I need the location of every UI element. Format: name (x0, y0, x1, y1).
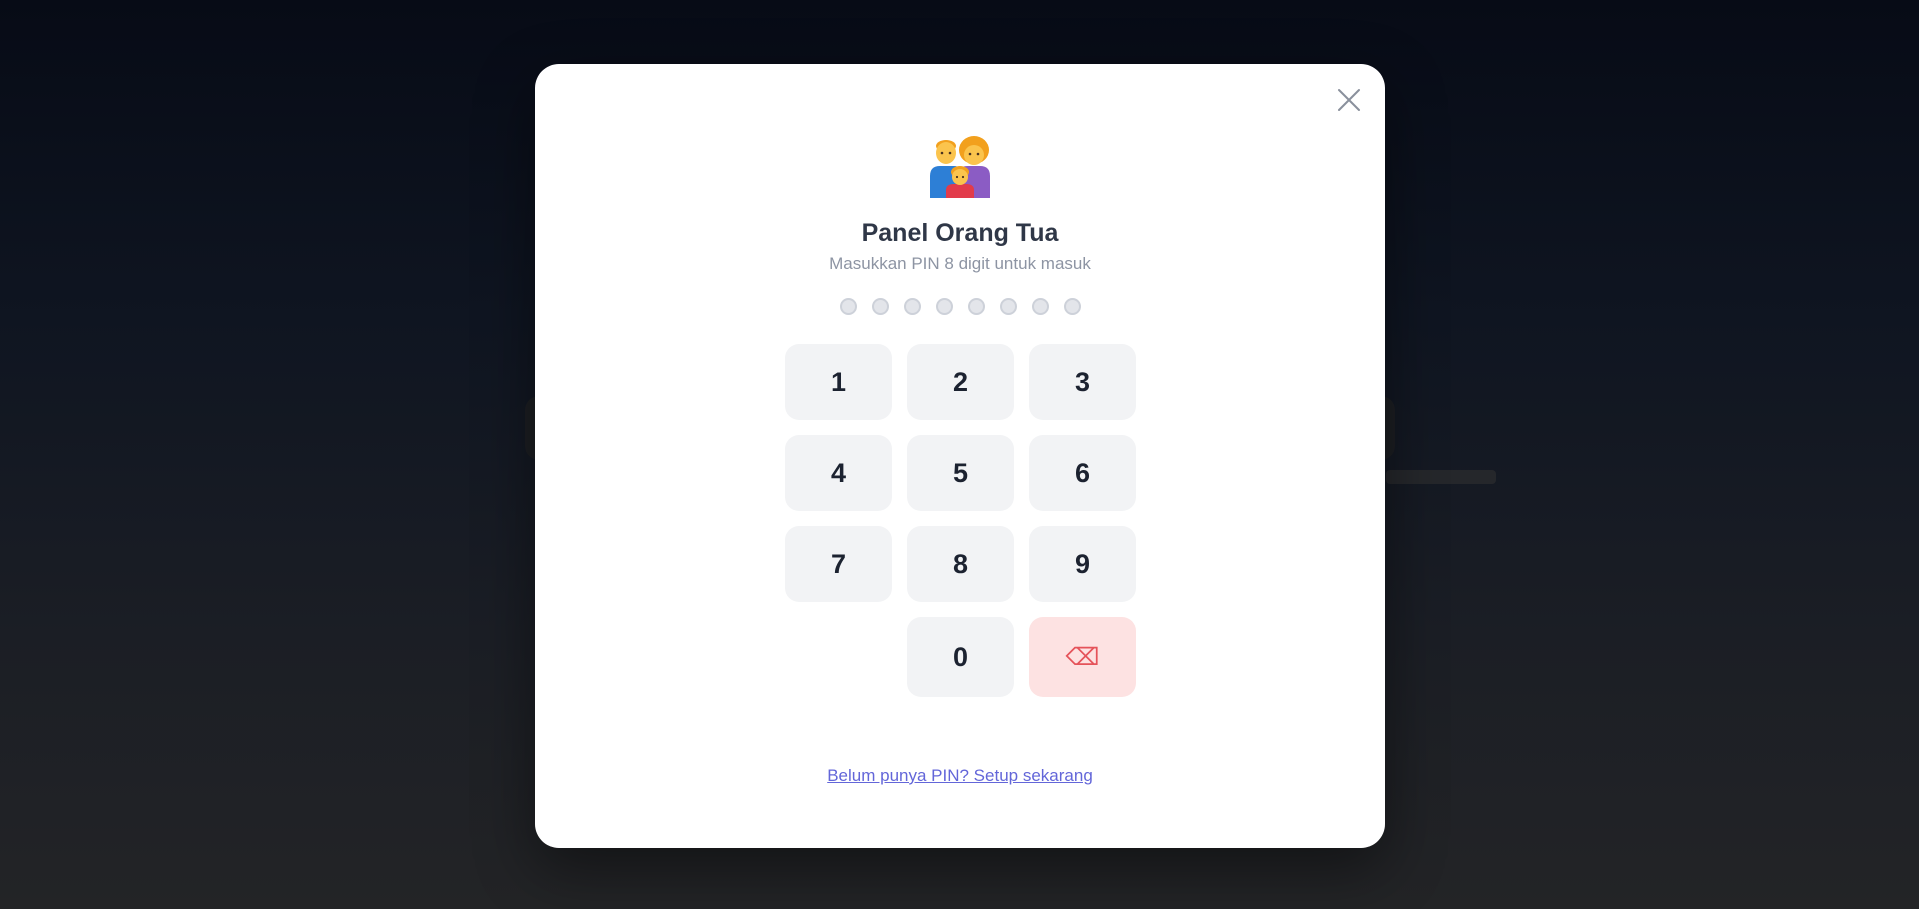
pin-dot (839, 298, 857, 315)
key-7[interactable]: 7 (785, 526, 892, 602)
pin-dot (999, 298, 1017, 315)
pin-dot (871, 298, 889, 315)
backspace-button[interactable]: ⌫ (1029, 617, 1136, 697)
key-6[interactable]: 6 (1029, 435, 1136, 511)
setup-pin-link[interactable]: Belum punya PIN? Setup sekarang (535, 766, 1385, 786)
close-button[interactable] (1329, 80, 1369, 120)
key-8[interactable]: 8 (907, 526, 1014, 602)
key-3[interactable]: 3 (1029, 344, 1136, 420)
key-1[interactable]: 1 (785, 344, 892, 420)
key-2[interactable]: 2 (907, 344, 1014, 420)
family-icon (535, 136, 1385, 204)
close-icon (1338, 89, 1360, 111)
pin-indicator (535, 298, 1385, 315)
background-hint (1386, 470, 1496, 484)
pin-dot (935, 298, 953, 315)
modal-title: Panel Orang Tua (861, 219, 1059, 247)
pin-dot (903, 298, 921, 315)
key-0[interactable]: 0 (907, 617, 1014, 697)
key-empty (785, 617, 892, 697)
pin-keypad: 1 2 3 4 5 6 7 8 9 0 ⌫ (785, 344, 1137, 697)
backspace-icon: ⌫ (1065, 643, 1100, 671)
parent-pin-modal: Panel Orang Tua Masukkan PIN 8 digit unt… (535, 64, 1385, 848)
key-5[interactable]: 5 (907, 435, 1014, 511)
pin-dot (1031, 298, 1049, 315)
key-9[interactable]: 9 (1029, 526, 1136, 602)
pin-dot (967, 298, 985, 315)
modal-subtitle: Masukkan PIN 8 digit untuk masuk (829, 254, 1091, 273)
pin-dot (1063, 298, 1081, 315)
key-4[interactable]: 4 (785, 435, 892, 511)
